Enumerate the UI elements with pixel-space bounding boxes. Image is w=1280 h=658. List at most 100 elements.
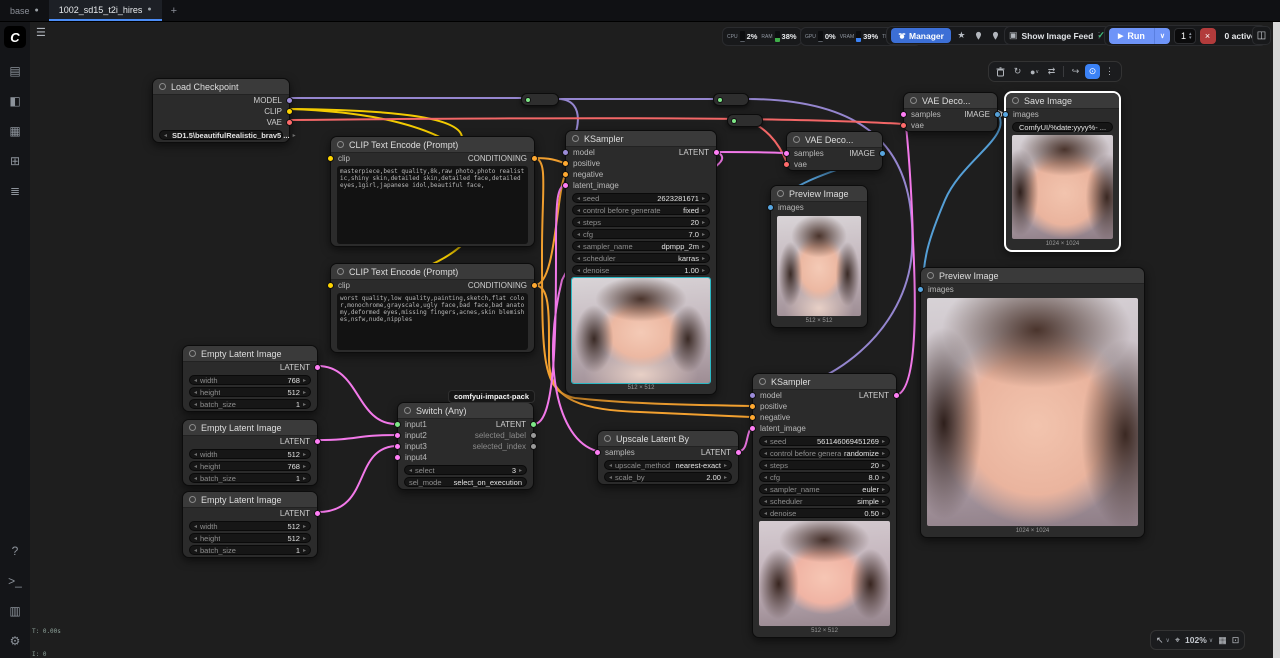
stepper-right-icon[interactable]: ▸: [519, 467, 522, 474]
input-port-input3[interactable]: [394, 443, 401, 450]
node-clip-negative[interactable]: CLIP Text Encode (Prompt)clipCONDITIONIN…: [330, 263, 535, 353]
node-title-bar[interactable]: Save Image: [1006, 93, 1119, 109]
widget-sampler_name[interactable]: ◂sampler_nameeuler▸: [759, 484, 890, 494]
stepper-right-icon[interactable]: ▸: [303, 377, 306, 384]
pin-node-button[interactable]: ⊙: [1085, 64, 1100, 79]
stepper-left-icon[interactable]: ◂: [409, 467, 412, 474]
stepper-left-icon[interactable]: ◂: [577, 243, 580, 250]
input-port-negative[interactable]: [749, 414, 756, 421]
reroute-node[interactable]: [727, 114, 763, 127]
node-title-bar[interactable]: Empty Latent Image: [183, 420, 317, 436]
stepper-left-icon[interactable]: ◂: [164, 132, 167, 139]
run-options-chevron-icon[interactable]: ∨: [1154, 28, 1170, 44]
stepper-right-icon[interactable]: ▸: [702, 219, 705, 226]
input-port-clip[interactable]: [327, 155, 334, 162]
stepper-right-icon[interactable]: ▸: [303, 547, 306, 554]
comfyui-logo[interactable]: C: [4, 26, 26, 48]
stepper-right-icon[interactable]: ▸: [303, 463, 306, 470]
stepper-left-icon[interactable]: ◂: [764, 450, 767, 457]
node-empty-latent-3[interactable]: Empty Latent ImageLATENT◂width512▸◂heigh…: [182, 491, 318, 558]
output-port-IMAGE[interactable]: [879, 150, 886, 157]
output-port-CONDITIONING[interactable]: [531, 282, 538, 289]
input-port-input2[interactable]: [394, 432, 401, 439]
stepper-left-icon[interactable]: ◂: [764, 486, 767, 493]
stepper-left-icon[interactable]: ◂: [609, 474, 612, 481]
stepper-left-icon[interactable]: ◂: [194, 523, 197, 530]
image-feed-toggle[interactable]: ▣ Show Image Feed ✓: [1004, 26, 1110, 45]
node-title-bar[interactable]: VAE Deco...: [904, 93, 997, 109]
collapse-dot[interactable]: [189, 424, 196, 431]
input-port-images[interactable]: [917, 286, 924, 293]
prompt-textarea[interactable]: masterpiece,best quality,8k,raw photo,ph…: [337, 166, 528, 244]
widget-steps[interactable]: ◂steps20▸: [572, 217, 710, 227]
widget-height[interactable]: ◂height768▸: [189, 461, 311, 471]
node-title-bar[interactable]: Preview Image: [771, 186, 867, 202]
collapse-dot[interactable]: [159, 83, 166, 90]
output-port-MODEL[interactable]: [286, 97, 293, 104]
node-color-button[interactable]: ●∨: [1027, 64, 1042, 79]
widget-scheduler[interactable]: ◂schedulerkarras▸: [572, 253, 710, 263]
pin-icon[interactable]: [972, 29, 985, 43]
widget-cfg[interactable]: ◂cfg8.0▸: [759, 472, 890, 482]
link-mode-button[interactable]: ↪: [1068, 64, 1083, 79]
node-switch-any[interactable]: comfyui-impact-packSwitch (Any)input1LAT…: [397, 402, 534, 490]
collapse-dot[interactable]: [337, 141, 344, 148]
input-port-input1[interactable]: [394, 421, 401, 428]
output-port-VAE[interactable]: [286, 119, 293, 126]
input-port-negative[interactable]: [562, 171, 569, 178]
stepper-left-icon[interactable]: ◂: [764, 510, 767, 517]
widget-denoise[interactable]: ◂denoise1.00▸: [572, 265, 710, 275]
stepper-left-icon[interactable]: ◂: [764, 498, 767, 505]
stepper-right-icon[interactable]: ▸: [882, 438, 885, 445]
delete-node-button[interactable]: [993, 64, 1008, 79]
workflows-icon[interactable]: ▤: [4, 62, 26, 80]
output-port-LATENT[interactable]: [314, 364, 321, 371]
batch-count-steppers[interactable]: ▴▾: [1189, 32, 1192, 40]
stepper-right-icon[interactable]: ▸: [882, 510, 885, 517]
stepper-right-icon[interactable]: ▸: [702, 207, 705, 214]
logs-icon[interactable]: ▥: [4, 602, 26, 620]
output-port-LATENT[interactable]: [735, 449, 742, 456]
output-port-LATENT[interactable]: [314, 510, 321, 517]
node-load-checkpoint[interactable]: Load CheckpointMODELCLIPVAE◂SD1.5\beauti…: [152, 78, 290, 143]
stepper-left-icon[interactable]: ◂: [577, 231, 580, 238]
stepper-right-icon[interactable]: ▸: [882, 474, 885, 481]
widget-text[interactable]: ComfyUI/%date:yyyy%- ...: [1012, 122, 1113, 132]
node-vae-decode-1[interactable]: VAE Deco...samplesIMAGEvae: [786, 131, 883, 171]
settings-gear-icon[interactable]: ⚙: [4, 632, 26, 650]
stepper-left-icon[interactable]: ◂: [764, 438, 767, 445]
stepper-left-icon[interactable]: ◂: [194, 475, 197, 482]
widget-control before generate[interactable]: ◂control before generaterandomize▸: [759, 448, 890, 458]
terminal-icon[interactable]: >_: [4, 572, 26, 590]
input-port-samples[interactable]: [594, 449, 601, 456]
collapse-dot[interactable]: [1012, 97, 1019, 104]
stepper-left-icon[interactable]: ◂: [194, 547, 197, 554]
widget-control before generate[interactable]: ◂control before generatefixed▸: [572, 205, 710, 215]
stepper-right-icon[interactable]: ▸: [293, 132, 296, 139]
cursor-tool-button[interactable]: ↖ ∨: [1156, 635, 1170, 646]
output-port-CONDITIONING[interactable]: [531, 155, 538, 162]
stepper-right-icon[interactable]: ▸: [702, 243, 705, 250]
collapse-dot[interactable]: [604, 435, 611, 442]
fit-view-button[interactable]: ⌖: [1175, 635, 1180, 646]
collapse-dot[interactable]: [572, 135, 579, 142]
widget-width[interactable]: ◂width512▸: [189, 449, 311, 459]
stepper-right-icon[interactable]: ▸: [303, 523, 306, 530]
output-port-LATENT[interactable]: [314, 438, 321, 445]
input-port-latent_image[interactable]: [749, 425, 756, 432]
stepper-left-icon[interactable]: ◂: [194, 401, 197, 408]
stepper-right-icon[interactable]: ▸: [702, 195, 705, 202]
minimap-button[interactable]: ▦: [1218, 635, 1227, 646]
node-title-bar[interactable]: Empty Latent Image: [183, 346, 317, 362]
node-title-bar[interactable]: VAE Deco...: [787, 132, 882, 148]
node-ksampler-2[interactable]: KSamplermodelLATENTpositivenegativelaten…: [752, 373, 897, 638]
widget-sampler_name[interactable]: ◂sampler_namedpmpp_2m▸: [572, 241, 710, 251]
widget-combo[interactable]: ◂SD1.5\beautifulRealistic_brav5 ...▸: [159, 130, 283, 140]
stepper-left-icon[interactable]: ◂: [577, 207, 580, 214]
prompt-textarea[interactable]: worst quality,low quality,painting,sketc…: [337, 293, 528, 350]
reroute-node[interactable]: [713, 93, 749, 106]
node-empty-latent-1[interactable]: Empty Latent ImageLATENT◂width768▸◂heigh…: [182, 345, 318, 412]
stepper-right-icon[interactable]: ▸: [702, 231, 705, 238]
batch-count-input[interactable]: 1 ▴▾: [1174, 28, 1196, 44]
stepper-left-icon[interactable]: ◂: [609, 462, 612, 469]
